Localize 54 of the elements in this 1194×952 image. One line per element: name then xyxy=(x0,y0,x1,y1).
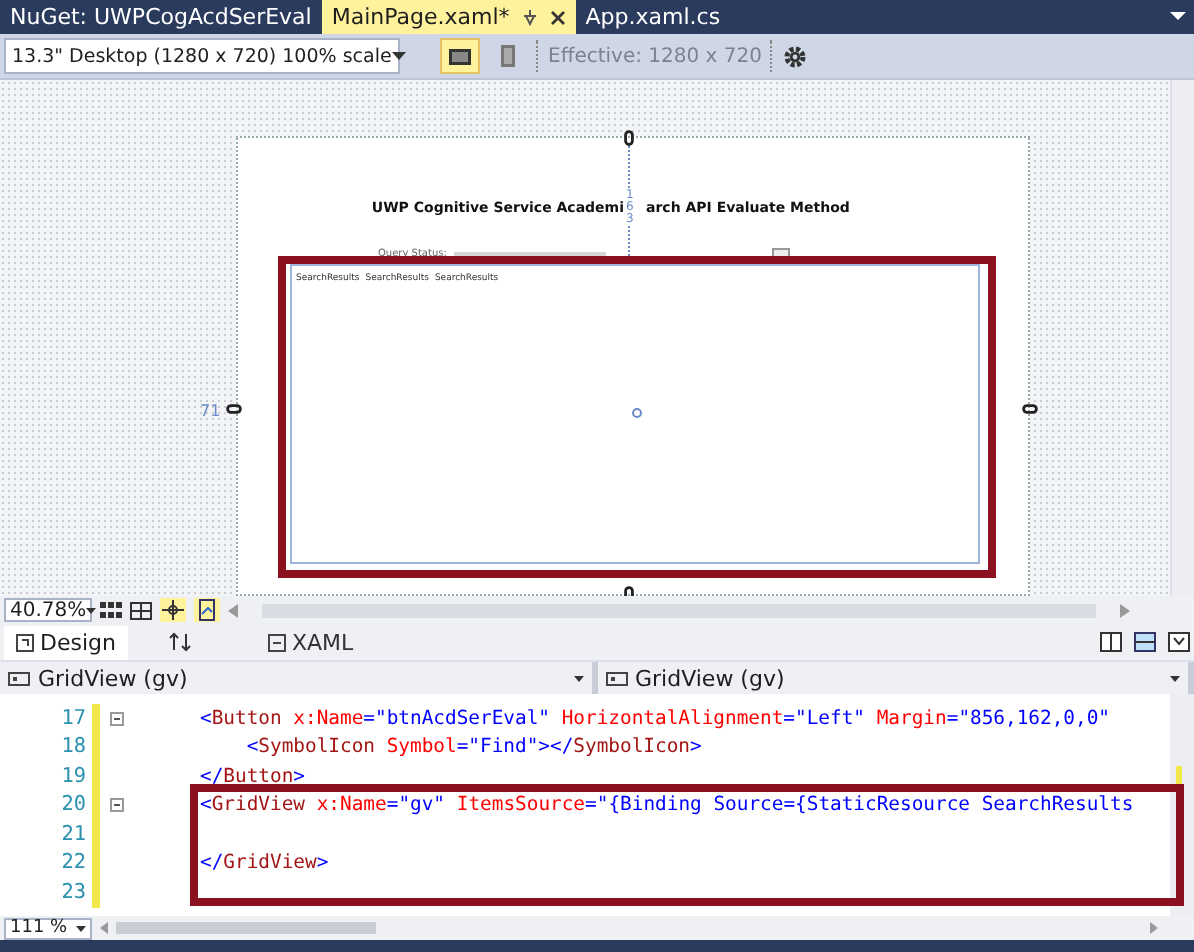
caret-icon xyxy=(1170,675,1180,681)
element-icon xyxy=(605,671,627,685)
zoom-dropdown[interactable]: 40.78% xyxy=(4,598,92,622)
anchor-icon[interactable] xyxy=(1022,404,1038,414)
swap-icon[interactable] xyxy=(167,632,192,652)
pin-icon[interactable] xyxy=(521,8,538,26)
landscape-icon xyxy=(448,47,472,65)
caret-icon xyxy=(76,925,86,931)
close-icon[interactable] xyxy=(549,9,566,25)
document-tab[interactable]: App.xaml.cs xyxy=(575,0,731,34)
code-icon xyxy=(267,633,286,651)
code-line: <SymbolIcon Symbol="Find"></SymbolIcon> xyxy=(244,736,702,759)
center-handle-icon[interactable] xyxy=(632,408,642,418)
line-number: 22 xyxy=(59,852,86,875)
design-icon xyxy=(16,633,34,651)
device-toggle-icon[interactable] xyxy=(194,598,220,622)
code-line: </GridView> xyxy=(198,852,329,875)
element-icon xyxy=(8,671,30,685)
line-number: 18 xyxy=(59,736,86,759)
effective-size-label: Effective: 1280 x 720 xyxy=(548,45,762,67)
collapse-icon[interactable] xyxy=(109,711,123,726)
dropdown-icon[interactable] xyxy=(1170,10,1186,22)
portrait-icon xyxy=(500,44,516,68)
settings-icon[interactable] xyxy=(782,43,808,69)
line-number: 20 xyxy=(59,794,86,817)
code-line: <Button x:Name="btnAcdSerEval" HorizontalAlignment="Left" Margin="856,162,0,0" xyxy=(198,707,1111,730)
horizontal-split-icon[interactable] xyxy=(1134,632,1156,652)
line-number: 17 xyxy=(59,707,86,730)
vertical-split-icon[interactable] xyxy=(1100,632,1122,652)
editor-zoom-dropdown[interactable]: 111 % xyxy=(4,917,92,939)
line-number: 21 xyxy=(59,823,86,846)
snap-grid-icon[interactable] xyxy=(130,601,152,619)
line-number: 23 xyxy=(59,881,86,904)
anchor-icon[interactable] xyxy=(226,404,242,414)
view-tab[interactable]: XAML xyxy=(255,625,366,659)
collapse-pane-icon[interactable] xyxy=(1168,632,1190,652)
document-tab[interactable]: MainPage.xaml* xyxy=(321,0,576,34)
grid-icon[interactable] xyxy=(100,601,122,619)
caret-icon xyxy=(573,675,583,681)
artboard-toggle-icon[interactable] xyxy=(160,598,186,622)
horizontal-scrollbar[interactable] xyxy=(116,922,376,934)
line-number: 19 xyxy=(59,765,86,788)
code-line: </Button> xyxy=(198,765,306,788)
left-margin-label: 71 xyxy=(200,402,221,420)
vertical-scrollbar[interactable] xyxy=(1170,80,1194,596)
code-line: <GridView x:Name="gv" ItemsSource="{Binding Source={StaticResource SearchResults xyxy=(198,794,1134,817)
landscape-button[interactable] xyxy=(440,38,480,74)
collapse-icon[interactable] xyxy=(109,798,123,813)
device-dropdown[interactable]: 13.3" Desktop (1280 x 720) 100% scale xyxy=(4,38,400,74)
anchor-icon[interactable] xyxy=(624,130,634,146)
view-tab[interactable]: Design xyxy=(4,625,128,659)
caret-icon xyxy=(86,607,97,613)
caret-icon xyxy=(391,52,406,60)
document-tab[interactable]: NuGet: UWPCogAcdSerEval xyxy=(0,0,322,34)
